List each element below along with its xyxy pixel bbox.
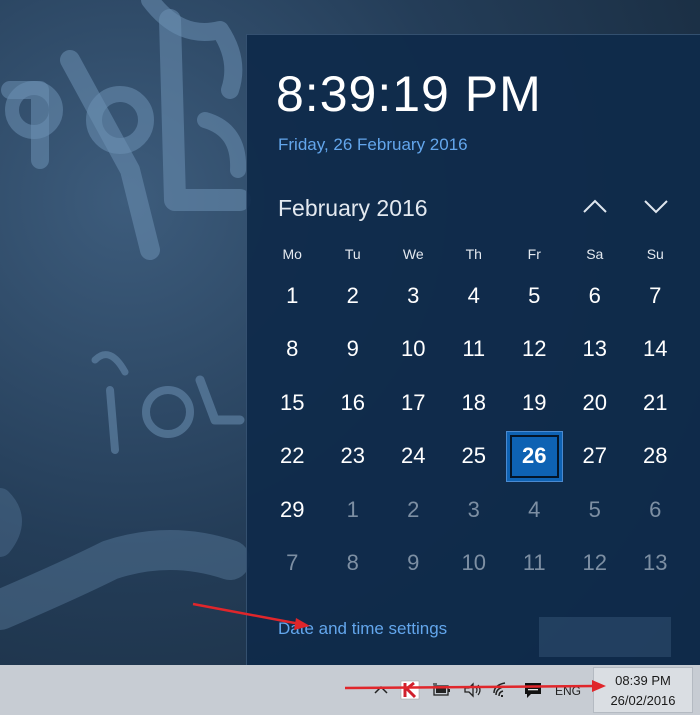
calendar-day[interactable]: 24 (383, 430, 444, 484)
next-month-button[interactable] (638, 189, 674, 223)
weekday-header: Sa (586, 246, 604, 262)
calendar-day[interactable]: 17 (383, 376, 444, 430)
calendar-day[interactable]: 20 (565, 376, 626, 430)
calendar-day-next-month[interactable]: 1 (323, 483, 384, 537)
calendar-day[interactable]: 28 (625, 430, 686, 484)
clock-calendar-flyout: 8:39:19 PM Friday, 26 February 2016 Febr… (246, 34, 700, 666)
calendar-day-next-month[interactable]: 4 (504, 483, 565, 537)
weekday-header: Fr (527, 246, 541, 262)
taskbar-clock-button[interactable]: 08:39 PM 26/02/2016 (593, 667, 693, 713)
chevron-down-icon (644, 200, 668, 214)
calendar-day[interactable]: 6 (565, 269, 626, 323)
calendar-day[interactable]: 3 (383, 269, 444, 323)
clock-time: 8:39:19 PM (276, 66, 542, 122)
calendar-day-next-month[interactable]: 7 (262, 537, 323, 591)
weekday-header: Th (465, 246, 482, 262)
calendar-day[interactable]: 21 (625, 376, 686, 430)
calendar-day[interactable]: 18 (444, 376, 505, 430)
volume-icon (464, 682, 481, 698)
battery-icon (433, 683, 450, 696)
calendar-day[interactable]: 7 (625, 269, 686, 323)
calendar-day-next-month[interactable]: 8 (323, 537, 384, 591)
calendar-day[interactable]: 9 (323, 323, 384, 377)
calendar-day[interactable]: 1 (262, 269, 323, 323)
chevron-up-icon (583, 199, 607, 213)
calendar-day-next-month[interactable]: 2 (383, 483, 444, 537)
previous-month-button[interactable] (577, 189, 613, 223)
volume-tray-button[interactable] (462, 680, 484, 700)
calendar-day-next-month[interactable]: 12 (565, 537, 626, 591)
calendar-day[interactable]: 25 (444, 430, 505, 484)
calendar-day-next-month[interactable]: 9 (383, 537, 444, 591)
calendar-day-next-month[interactable]: 3 (444, 483, 505, 537)
faded-button (539, 617, 671, 657)
calendar-day-next-month[interactable]: 11 (504, 537, 565, 591)
show-hidden-icons-button[interactable] (370, 680, 392, 700)
calendar-day[interactable]: 11 (444, 323, 505, 377)
kaspersky-icon (400, 680, 420, 700)
calendar-day[interactable]: 5 (504, 269, 565, 323)
calendar-day-next-month[interactable]: 10 (444, 537, 505, 591)
calendar-day[interactable]: 16 (323, 376, 384, 430)
kaspersky-tray-button[interactable] (399, 680, 421, 700)
calendar-day[interactable]: 27 (565, 430, 626, 484)
calendar-day[interactable]: 13 (565, 323, 626, 377)
calendar-day[interactable]: 19 (504, 376, 565, 430)
weekday-header: Su (646, 246, 664, 262)
calendar-day[interactable]: 22 (262, 430, 323, 484)
calendar-day[interactable]: 29 (262, 483, 323, 537)
power-tray-button[interactable] (431, 680, 453, 700)
calendar-day[interactable]: 23 (323, 430, 384, 484)
action-center-icon (525, 683, 541, 698)
calendar-day[interactable]: 12 (504, 323, 565, 377)
calendar-day[interactable]: 10 (383, 323, 444, 377)
network-tray-button[interactable] (492, 680, 514, 700)
calendar-day[interactable]: 8 (262, 323, 323, 377)
calendar-day-next-month[interactable]: 13 (625, 537, 686, 591)
date-time-settings-link[interactable]: Date and time settings (278, 619, 447, 639)
calendar-day[interactable]: 15 (262, 376, 323, 430)
weekday-header: We (402, 246, 424, 262)
weekday-header: Tu (344, 246, 361, 262)
calendar-day-next-month[interactable]: 5 (565, 483, 626, 537)
taskbar-date: 26/02/2016 (610, 693, 676, 708)
calendar-grid: Mo Tu We Th Fr Sa Su 1 2 3 4 5 6 7 8 9 1… (262, 239, 686, 590)
chevron-up-icon (374, 685, 388, 694)
calendar-day-today[interactable]: 26 (506, 430, 563, 482)
calendar-day[interactable]: 14 (625, 323, 686, 377)
wifi-icon (493, 682, 506, 697)
action-center-button[interactable] (522, 680, 544, 700)
taskbar-time: 08:39 PM (615, 673, 671, 688)
calendar-day-next-month[interactable]: 6 (625, 483, 686, 537)
calendar-day[interactable]: 4 (444, 269, 505, 323)
input-language-indicator[interactable]: ENG (555, 684, 581, 698)
weekday-header: Mo (282, 246, 302, 262)
calendar-month-title[interactable]: February 2016 (278, 195, 428, 222)
clock-date[interactable]: Friday, 26 February 2016 (278, 135, 468, 155)
calendar-day[interactable]: 2 (323, 269, 384, 323)
